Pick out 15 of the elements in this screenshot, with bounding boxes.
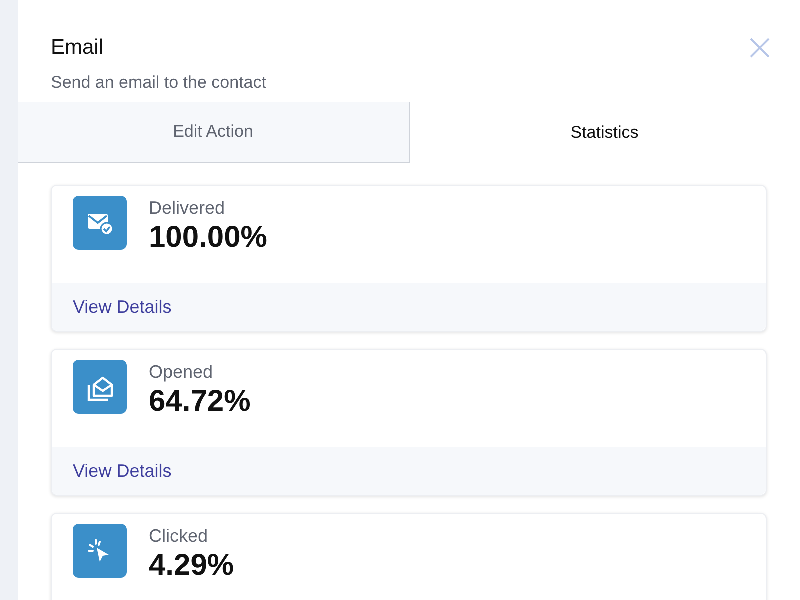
stat-value: 4.29% [149,548,234,584]
cursor-click-icon [73,524,127,578]
view-details-link[interactable]: View Details [73,458,172,484]
view-details-link[interactable]: View Details [73,294,172,320]
stat-label: Delivered [149,197,226,220]
panel-title: Email [51,35,105,61]
stat-label: Opened [149,361,214,384]
stat-value: 64.72% [149,384,251,420]
open-envelope-icon [73,360,127,414]
close-button[interactable] [748,36,772,60]
stat-value: 100.00% [149,220,268,256]
tab[interactable]: Edit Action [18,102,410,163]
stat-label: Clicked [149,525,210,548]
panel-subtitle: Send an email to the contact [51,72,266,94]
envelope-check-icon [73,196,127,250]
